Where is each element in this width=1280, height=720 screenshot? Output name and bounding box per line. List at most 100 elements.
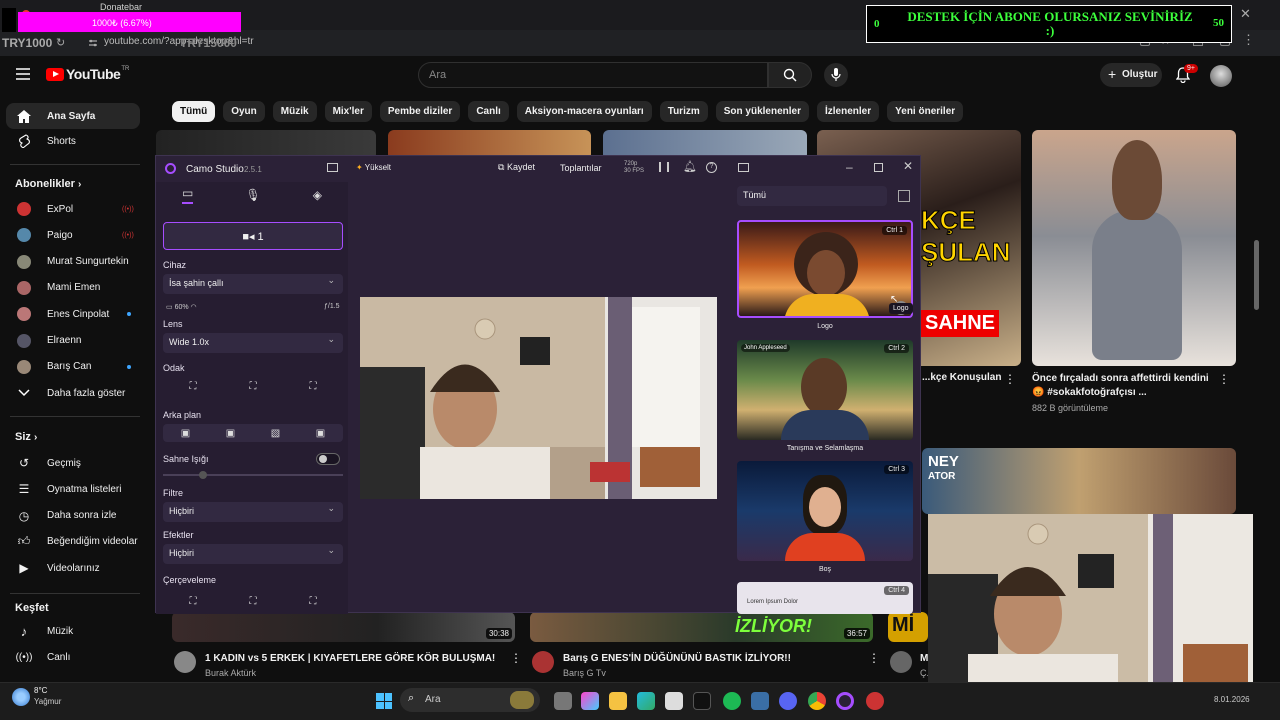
window-close-icon[interactable]: ✕ <box>1240 6 1251 22</box>
store-icon[interactable] <box>665 692 683 710</box>
address-bar[interactable]: youtube.com/?app=desktop&hl=tr <box>104 36 404 56</box>
voice-search-button[interactable] <box>824 63 848 87</box>
chip-6[interactable]: Aksiyon-macera oyunları <box>516 101 652 122</box>
video-menu-icon[interactable]: ⋮ <box>868 651 880 665</box>
scene-card-empty[interactable]: Ctrl 3 <box>737 461 913 561</box>
upgrade-button[interactable]: ✦ Yükselt <box>356 163 391 172</box>
framing-center-icon[interactable]: ⛶ <box>250 596 257 607</box>
help-icon[interactable]: ? <box>706 162 717 173</box>
video-menu-icon[interactable]: ⋮ <box>1004 372 1016 386</box>
you-header[interactable]: Siz › <box>15 431 37 443</box>
sidebar-sub-1[interactable]: Paigo ((•)) <box>0 222 150 248</box>
sidebar-sub-4[interactable]: Enes Cinpolat <box>0 301 150 327</box>
scene-card-logo[interactable]: Ctrl 1 <box>737 220 913 318</box>
sidebar-you-4[interactable]: ▶ Videolarınız <box>0 555 150 581</box>
sidebar-sub-5[interactable]: Elraenn <box>0 328 150 354</box>
channel-avatar[interactable] <box>532 651 554 673</box>
create-button[interactable]: + Oluştur <box>1100 63 1162 87</box>
search-input[interactable]: Ara <box>418 62 768 88</box>
weather-icon[interactable] <box>12 688 30 706</box>
subscriptions-header[interactable]: Abonelikler › <box>15 178 81 190</box>
tiktok-icon[interactable] <box>693 692 711 710</box>
chip-4[interactable]: Pembe diziler <box>379 101 461 122</box>
camera-selector[interactable]: ■◂ 1 <box>163 222 343 250</box>
scenes-filter-select[interactable]: Tümü <box>737 186 887 206</box>
sidebar-you-1[interactable]: ☰ Oynatma listeleri <box>0 476 150 502</box>
video-title[interactable]: 1 KADIN vs 5 ERKEK | KIYAFETLERE GÖRE KÖ… <box>205 653 495 664</box>
youtube-logo[interactable]: YouTube TR <box>46 66 129 82</box>
scene-card-greeting[interactable]: John Appleseed Ctrl 2 <box>737 340 913 440</box>
account-avatar[interactable] <box>1210 65 1232 87</box>
chip-9[interactable]: İzlenenler <box>817 101 880 122</box>
chip-0[interactable]: Tümü <box>172 101 216 122</box>
menu-dots-icon[interactable]: ⋮ <box>1242 32 1255 48</box>
video-thumbnail[interactable]: İZLİYOR! 36:57 <box>530 612 873 642</box>
sidebar-you-3[interactable]: 👍︎ Beğendiğim videolar <box>0 529 150 555</box>
video-thumbnail[interactable] <box>1032 130 1236 366</box>
search-button[interactable] <box>768 62 812 88</box>
focus-auto-icon[interactable]: ⛶ <box>190 381 197 392</box>
video-menu-icon[interactable]: ⋮ <box>1218 372 1230 386</box>
grid-view-icon[interactable] <box>898 190 910 202</box>
channel-name[interactable]: Barış G Tv <box>563 668 606 678</box>
channel-avatar[interactable] <box>890 651 912 673</box>
video-thumbnail[interactable]: 30:38 <box>172 612 515 642</box>
bell-icon[interactable]: 🔔︎ <box>683 160 697 173</box>
page-scrollbar[interactable] <box>1254 240 1259 310</box>
sidebar-toggle-icon[interactable] <box>327 163 338 172</box>
bg-replace-icon[interactable]: ▣ <box>316 428 325 439</box>
camo-icon[interactable] <box>836 692 854 710</box>
discord-icon[interactable] <box>779 692 797 710</box>
sidebar-item-shorts[interactable]: Shorts <box>0 128 150 154</box>
device-select[interactable]: İsa şahin çallı <box>163 274 343 294</box>
obs-icon[interactable] <box>866 692 884 710</box>
microphone-tab-icon[interactable]: 🎙︎ <box>245 188 260 202</box>
focus-manual-icon[interactable]: ⛶ <box>310 381 317 392</box>
scene-card-4[interactable]: Lorem Ipsum Dolor Ctrl 4 <box>737 582 913 614</box>
site-info-icon[interactable] <box>88 38 98 48</box>
chip-5[interactable]: Canlı <box>468 101 509 122</box>
effects-select[interactable]: Hiçbiri <box>163 544 343 564</box>
refresh-icon[interactable]: ↻ <box>56 36 65 49</box>
video-title[interactable]: ...kçe Konuşulan <box>922 372 1001 383</box>
video-thumbnail[interactable]: Mİ <box>888 612 928 642</box>
maximize-icon[interactable] <box>874 163 883 172</box>
channel-name[interactable]: Burak Aktürk <box>205 668 256 678</box>
chrome-icon[interactable] <box>808 692 826 710</box>
sidebar-sub-0[interactable]: ExPol ((•)) <box>0 196 150 222</box>
layers-tab-icon[interactable]: ◈ <box>313 188 322 202</box>
record-button[interactable]: ⧉ Kaydet <box>498 162 535 173</box>
spotify-icon[interactable] <box>723 692 741 710</box>
video-thumbnail[interactable]: NEY ATOR <box>922 448 1236 514</box>
bg-none-icon[interactable]: ▣ <box>181 428 190 439</box>
panel-toggle-icon[interactable] <box>738 163 749 172</box>
scene-light-slider[interactable] <box>163 471 343 479</box>
bg-remove-icon[interactable]: ▧ <box>271 428 280 439</box>
sidebar-you-2[interactable]: ◷ Daha sonra izle <box>0 503 150 529</box>
meetings-button[interactable]: Toplantılar <box>560 163 602 173</box>
sidebar-sub-6[interactable]: Barış Can <box>0 354 150 380</box>
hamburger-menu-icon[interactable] <box>16 68 30 80</box>
sidebar-you-0[interactable]: ↺ Geçmiş <box>0 450 150 476</box>
sidebar-item-home[interactable]: Ana Sayfa <box>6 103 140 129</box>
windows-start-icon[interactable] <box>376 693 392 709</box>
sidebar-item-live[interactable]: ((•)) Canlı <box>0 644 150 670</box>
sidebar-sub-3[interactable]: Mami Emen <box>0 275 150 301</box>
lens-select[interactable]: Wide 1.0x <box>163 333 343 353</box>
sidebar-sub-2[interactable]: Murat Sungurtekin <box>0 249 150 275</box>
video-title[interactable]: Barış G ENES'İN DÜĞÜNÜNÜ BASTIK İZLİYOR!… <box>563 653 791 664</box>
chip-2[interactable]: Müzik <box>272 101 317 122</box>
edge-icon[interactable] <box>637 692 655 710</box>
show-more-button[interactable]: Daha fazla göster <box>0 380 150 406</box>
minimize-icon[interactable]: – <box>846 160 853 174</box>
scene-light-toggle[interactable] <box>316 453 340 465</box>
chip-7[interactable]: Turizm <box>659 101 708 122</box>
video-title[interactable]: Önce fırçaladı sonra affettirdi kendini … <box>1032 372 1212 400</box>
copilot-icon[interactable] <box>581 692 599 710</box>
framing-track-icon[interactable]: ⛶ <box>310 596 317 607</box>
app-icon[interactable] <box>751 692 769 710</box>
filter-select[interactable]: Hiçbiri <box>163 502 343 522</box>
video-tab-icon[interactable]: ▭ <box>182 186 194 204</box>
close-icon[interactable]: ✕ <box>903 159 913 173</box>
taskbar-search[interactable]: ⌕ Ara <box>400 688 540 712</box>
